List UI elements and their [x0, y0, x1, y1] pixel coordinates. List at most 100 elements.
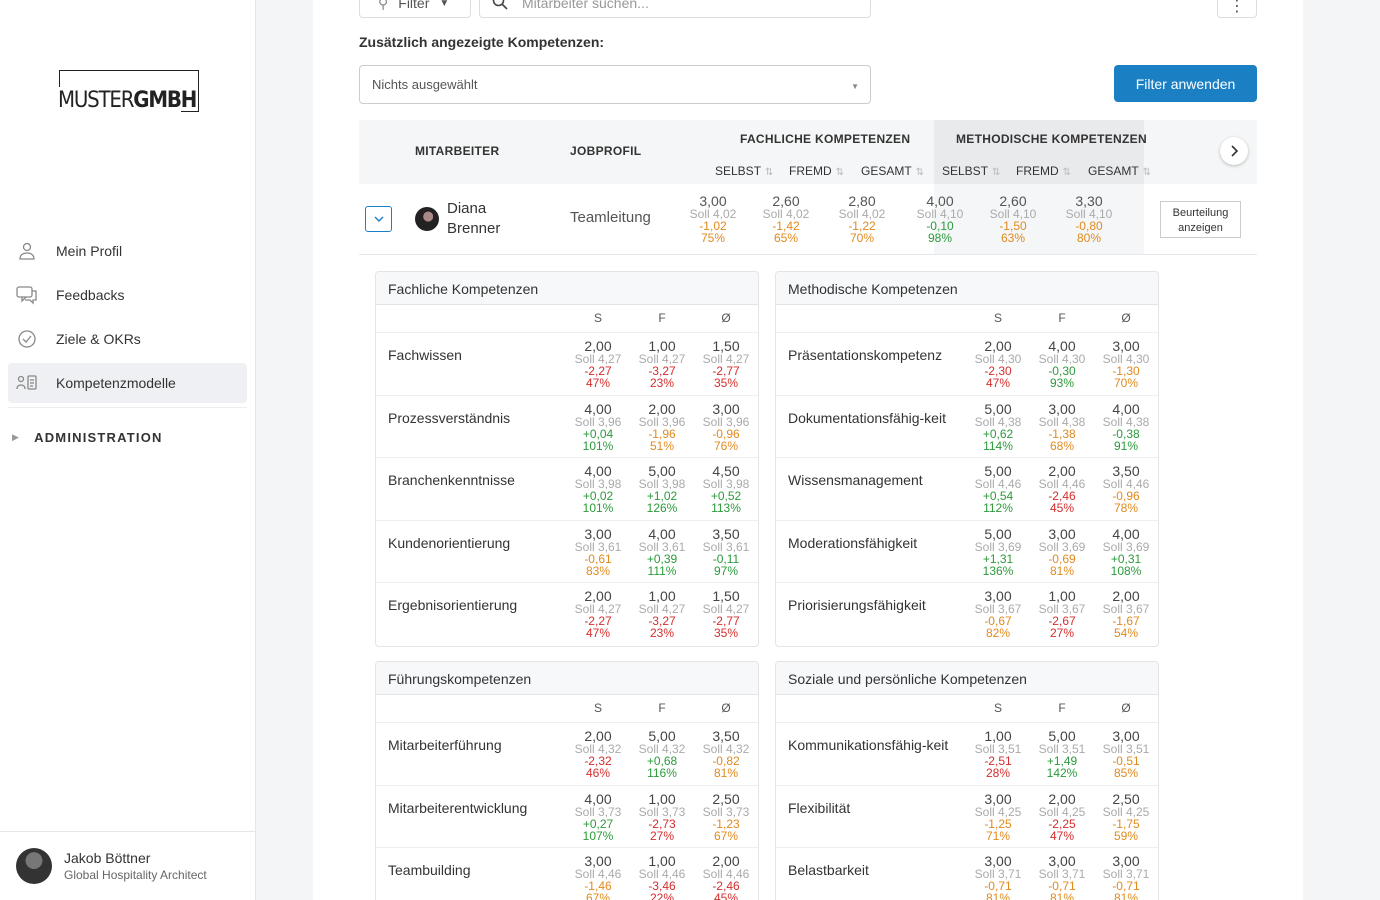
score-value: 3,00 — [584, 853, 612, 869]
sort-header-fremd[interactable]: FREMD ⇅ — [1016, 164, 1071, 178]
expand-row-button[interactable] — [365, 206, 392, 232]
score-percent: 76% — [713, 438, 739, 453]
score-cell: 3,00 Soll 4,30 -1,30 70% — [1096, 339, 1156, 389]
score-cell: 5,00 Soll 3,69 +1,31 136% — [968, 527, 1028, 577]
score-cell: 4,00 Soll 4,10 -0,10 98% — [910, 194, 970, 244]
score-percent: 83% — [585, 563, 611, 578]
score-percent: 82% — [985, 626, 1011, 640]
apply-filter-button[interactable]: Filter anwenden — [1114, 65, 1257, 102]
column-label: S — [593, 701, 602, 715]
score-value: 5,00 — [984, 400, 1012, 417]
score-percent: 93% — [1049, 376, 1075, 390]
score-value: 2,00 — [584, 728, 612, 744]
filter-button[interactable]: ⚲ Filter ▼ — [359, 0, 471, 18]
score-percent: 47% — [1049, 828, 1075, 843]
score-value: 2,50 — [712, 790, 740, 807]
sort-header-selbst[interactable]: SELBST ⇅ — [715, 164, 773, 178]
main-content: ⚲ Filter ▼ Mitarbeiter suchen... ⋮ Zusät… — [313, 0, 1303, 900]
col-header-job[interactable]: JOBPROFIL — [570, 144, 641, 158]
nav-item-mein-profil[interactable]: Mein Profil — [8, 231, 247, 271]
score-target: Soll 3,69 — [1102, 539, 1150, 554]
nav-label: Feedbacks — [56, 287, 125, 303]
score-percent: 71% — [985, 828, 1011, 843]
sort-icon: ⇅ — [992, 167, 1001, 178]
sort-header-fremd[interactable]: FREMD ⇅ — [789, 164, 844, 178]
score-value: 2,00 — [1112, 588, 1140, 604]
card-column-header: SFØ — [376, 305, 758, 333]
sub-label: GESAMT — [861, 164, 912, 178]
user-profile[interactable]: Jakob Böttner Global Hospitality Archite… — [0, 831, 255, 900]
score-percent: 27% — [1049, 626, 1075, 640]
score-percent: 47% — [985, 376, 1011, 390]
score-percent: 46% — [585, 766, 611, 780]
score-delta: +0,39 — [646, 551, 678, 566]
competency-name: Mitarbeiterführung — [388, 737, 502, 753]
card-title: Soziale und persönliche Kompetenzen — [776, 662, 1158, 695]
score-delta: +0,31 — [1110, 551, 1142, 566]
score-target: Soll 4,25 — [1038, 804, 1086, 819]
employee-name[interactable]: Diana Brenner — [447, 199, 527, 239]
user-role: Global Hospitality Architect — [64, 868, 207, 882]
score-cell: 1,00 Soll 3,73 -2,73 27% — [632, 792, 692, 842]
scroll-right-button[interactable] — [1220, 137, 1248, 165]
score-value: 1,00 — [648, 338, 676, 354]
score-value: 2,00 — [648, 400, 676, 417]
competency-card: Führungskompetenzen S F Ø Mitarbeiterführun… — [375, 661, 759, 900]
score-percent: 101% — [582, 438, 614, 453]
score-cell: 3,50 Soll 3,61 -0,11 97% — [696, 527, 756, 577]
nav-label: Ziele & OKRs — [56, 331, 141, 347]
score-percent: 78% — [1113, 501, 1139, 515]
score-value: 4,00 — [648, 525, 676, 542]
sidebar: MUSTERGMBH Mein Profil Feedbacks Ziele &… — [0, 0, 256, 900]
sort-header-selbst[interactable]: SELBST ⇅ — [942, 164, 1000, 178]
score-percent: 35% — [713, 376, 739, 390]
col-header-employee[interactable]: MITARBEITER — [415, 144, 499, 158]
score-percent: 27% — [649, 828, 675, 843]
search-input[interactable]: Mitarbeiter suchen... — [479, 0, 871, 18]
score-percent: 81% — [713, 766, 739, 780]
score-percent: 54% — [1113, 626, 1139, 640]
score-value: 3,00 — [1112, 853, 1140, 869]
column-label: F — [1058, 311, 1066, 325]
score-cell: 2,00 Soll 3,67 -1,67 54% — [1096, 589, 1156, 639]
score-percent: 91% — [1113, 438, 1139, 453]
score-delta: -1,38 — [1048, 426, 1076, 441]
score-cell: 1,00 Soll 4,46 -3,46 22% — [632, 854, 692, 900]
score-cell: 4,00 Soll 3,96 +0,04 101% — [568, 402, 628, 452]
company-logo[interactable]: MUSTERGMBH — [58, 70, 199, 115]
score-value: 1,00 — [648, 588, 676, 604]
score-delta: +0,04 — [582, 426, 614, 441]
score-value: 3,00 — [984, 853, 1012, 869]
sort-header-gesamt[interactable]: GESAMT ⇅ — [1088, 164, 1151, 178]
admin-section-toggle[interactable]: ▶ ADMINISTRATION — [12, 430, 163, 445]
more-options-button[interactable]: ⋮ — [1217, 0, 1257, 18]
score-value: 4,00 — [926, 193, 954, 209]
nav-item-ziele-okrs[interactable]: Ziele & OKRs — [8, 319, 247, 359]
card-column-header: SFØ — [776, 695, 1158, 723]
sub-label: SELBST — [715, 164, 762, 178]
score-value: 3,00 — [1048, 525, 1076, 542]
score-delta: -0,38 — [1112, 426, 1140, 441]
score-value: 1,00 — [648, 853, 676, 869]
show-assessment-button[interactable]: Beurteilung anzeigen — [1160, 201, 1241, 238]
score-target: Soll 3,73 — [702, 804, 750, 819]
nav-item-feedbacks[interactable]: Feedbacks — [8, 275, 247, 315]
score-cell: 2,00 Soll 4,32 -2,32 46% — [568, 729, 628, 779]
score-cell: 2,00 Soll 4,46 -2,46 45% — [696, 854, 756, 900]
column-label: Ø — [721, 701, 731, 715]
score-cell: 2,60 Soll 4,02 -1,42 65% — [756, 194, 816, 244]
score-cell: 2,60 Soll 4,10 -1,50 63% — [983, 194, 1043, 244]
search-placeholder: Mitarbeiter suchen... — [522, 0, 649, 11]
extra-competencies-select[interactable]: Nichts ausgewählt ▼ — [359, 65, 871, 104]
score-cell: 2,50 Soll 4,25 -1,75 59% — [1096, 792, 1156, 842]
check-circle-icon — [16, 328, 38, 350]
user-name: Jakob Böttner — [64, 850, 151, 866]
competency-row: Teambuilding 3,00 Soll 4,46 -1,46 67% 1,00 Sol… — [376, 848, 758, 900]
score-cell: 3,00 Soll 4,02 -1,02 75% — [683, 194, 743, 244]
score-cell: 4,00 Soll 3,61 +0,39 111% — [632, 527, 692, 577]
sort-icon: ⇅ — [1062, 167, 1072, 178]
score-cell: 2,00 Soll 4,27 -2,27 47% — [568, 339, 628, 389]
nav-item-kompetenzmodelle[interactable]: Kompetenzmodelle — [8, 363, 247, 403]
sort-header-gesamt[interactable]: GESAMT ⇅ — [861, 164, 924, 178]
table-row[interactable]: Diana Brenner Teamleitung Beurteilung an… — [359, 184, 1257, 255]
